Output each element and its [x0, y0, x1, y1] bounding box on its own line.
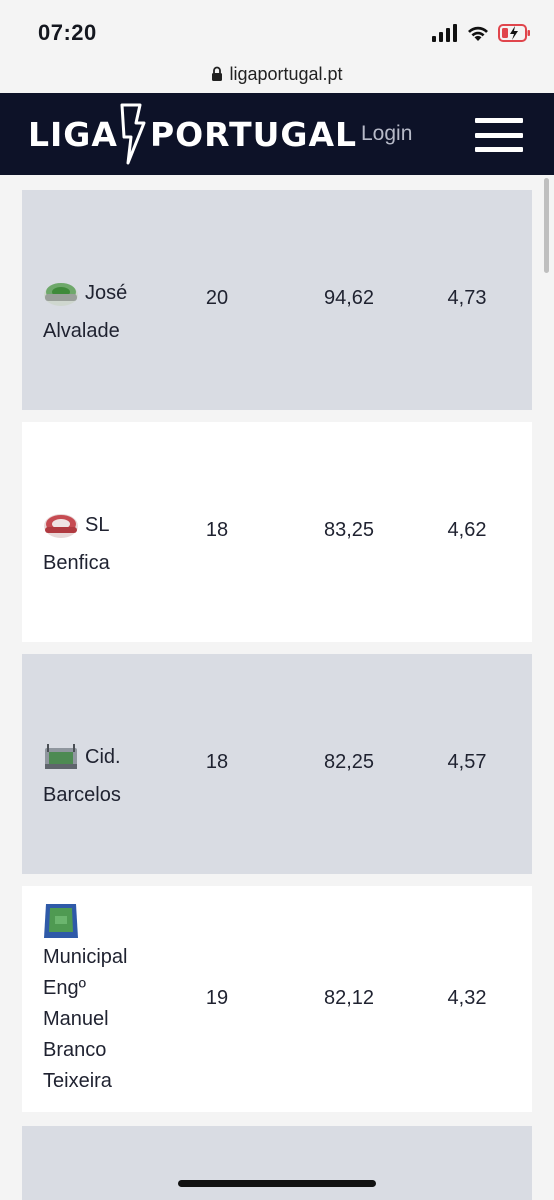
logo-bolt-icon: [120, 103, 146, 165]
wifi-icon: [468, 26, 488, 41]
rating-cell: 4,32: [447, 987, 487, 1009]
stadium-green-icon: [44, 283, 78, 306]
stadium-name-line1: SL: [85, 514, 110, 536]
stadium-name-cell: SL Benfica: [43, 506, 153, 582]
stadium-red-icon: [44, 514, 78, 538]
table-row: [22, 1126, 532, 1200]
stadium-name-line1: José: [85, 282, 128, 304]
rating-cell: 4,62: [447, 519, 487, 541]
status-bar: 07:20: [0, 0, 554, 56]
games-cell: 20: [205, 287, 229, 309]
signal-icon: [432, 24, 457, 42]
percent-cell: 82,12: [323, 987, 375, 1009]
table-row: José Alvalade 20 94,62 4,73: [22, 190, 532, 410]
table-row: Cid. Barcelos 18 82,25 4,57: [22, 654, 532, 874]
liga-portugal-logo[interactable]: LIGA PORTUGAL: [28, 101, 357, 167]
stadium-name-rest: Barcelos: [43, 784, 121, 806]
rating-cell: 4,57: [447, 751, 487, 773]
rating-cell: 4,73: [447, 287, 487, 309]
stadium-name-rest: Benfica: [43, 552, 110, 574]
site-header: LIGA PORTUGAL Login: [0, 93, 554, 175]
logo-text-right: PORTUGAL: [149, 114, 358, 154]
lock-icon: [212, 66, 223, 81]
games-cell: 19: [205, 987, 229, 1009]
table-row: Municipal Engº Manuel Branco Teixeira 19…: [22, 886, 532, 1112]
percent-cell: 83,25: [323, 519, 375, 541]
stadium-table: José Alvalade 20 94,62 4,73 SL Benfica 1…: [0, 175, 554, 1200]
address-bar[interactable]: ligaportugal.pt: [0, 56, 554, 92]
home-indicator[interactable]: [178, 1180, 376, 1187]
hamburger-menu-icon[interactable]: [475, 118, 523, 152]
percent-cell: 82,25: [323, 751, 375, 773]
login-link[interactable]: Login: [361, 122, 412, 146]
stadium-grey-icon: [45, 744, 77, 769]
battery-icon: [498, 24, 530, 42]
logo-text-left: LIGA: [28, 114, 118, 154]
games-cell: 18: [205, 751, 229, 773]
url-text: ligaportugal.pt: [229, 63, 343, 84]
stadium-name-cell: Cid. Barcelos: [43, 738, 153, 814]
percent-cell: 94,62: [323, 287, 375, 309]
stadium-name-rest: Alvalade: [43, 320, 120, 342]
stadium-name-cell: Municipal Engº Manuel Branco Teixeira: [43, 902, 153, 1097]
status-icons: [432, 22, 532, 44]
status-time: 07:20: [38, 20, 97, 45]
scrollbar[interactable]: [544, 178, 549, 273]
stadium-name-cell: José Alvalade: [43, 274, 153, 350]
stadium-name-line1: Cid.: [85, 746, 121, 768]
table-row: SL Benfica 18 83,25 4,62: [22, 422, 532, 642]
games-cell: 18: [205, 519, 229, 541]
stadium-blue-icon: [44, 904, 78, 938]
stadium-name-rest: Municipal Engº Manuel Branco Teixeira: [43, 946, 128, 1092]
